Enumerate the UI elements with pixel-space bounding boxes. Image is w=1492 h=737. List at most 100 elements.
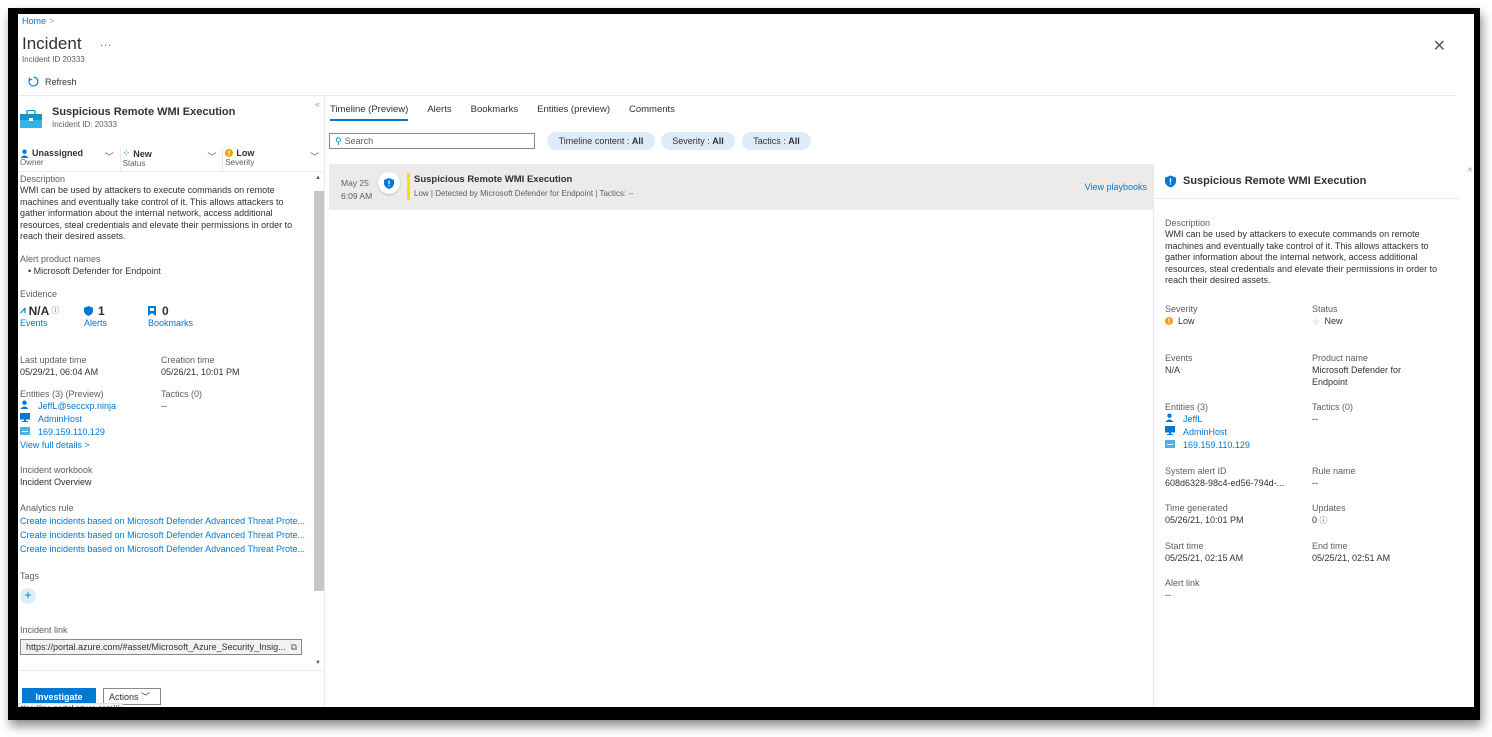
page-title: Incident — [22, 34, 82, 53]
detail-severity-value: Low — [1178, 315, 1195, 326]
tab-alerts[interactable]: Alerts — [427, 104, 451, 121]
alert-id-rule-row: System alert ID 608d6328-98c4-ed56-794d-… — [1165, 465, 1455, 489]
view-playbooks-link[interactable]: View playbooks — [1085, 182, 1147, 192]
timeline-item[interactable]: May 25 6:09 AM Suspicious Remote WMI Exe… — [329, 164, 1153, 210]
severity-status-row: Severity Low Status ⁘ New — [1165, 303, 1455, 328]
status-value: New — [133, 148, 152, 159]
shield-icon — [84, 305, 93, 316]
filter-timeline-content[interactable]: Timeline content : All — [547, 132, 655, 150]
breadcrumb-home[interactable]: Home — [22, 16, 46, 26]
incident-link-label: Incident link — [20, 624, 68, 635]
scroll-down-icon[interactable]: ▼ — [315, 660, 321, 666]
detail-description-text: WMI can be used by attackers to execute … — [1165, 229, 1438, 285]
close-icon[interactable]: ✕ — [1433, 36, 1446, 56]
left-pane-scrollbar[interactable]: ▲ ▼ — [314, 173, 324, 668]
events-product-row: Events N/A Product name Microsoft Defend… — [1165, 352, 1455, 388]
host-icon — [20, 412, 30, 426]
incident-link-field[interactable]: https://portal.azure.com/#asset/Microsof… — [20, 638, 302, 655]
tab-timeline[interactable]: Timeline (Preview) — [330, 104, 409, 121]
tactics-value: -- — [161, 400, 167, 411]
briefcase-icon — [20, 110, 42, 128]
status-dropdown[interactable]: ⁘ New Status ﹀ — [121, 148, 224, 171]
new-status-icon: ⁘ — [122, 148, 131, 158]
timeline-date: May 25 6:09 AM — [341, 178, 373, 201]
time-row: Last update time 05/29/21, 06:04 AM Crea… — [20, 354, 308, 378]
bookmarks-count: 0 — [162, 303, 169, 318]
breadcrumb-separator-icon: > — [49, 16, 55, 26]
entity-host[interactable]: AdminHost — [20, 412, 161, 426]
breadcrumb: Home > — [22, 16, 54, 26]
analytics-rule-link[interactable]: Create incidents based on Microsoft Defe… — [20, 528, 308, 542]
more-options-icon[interactable]: ... — [100, 37, 112, 49]
analytics-rule-link[interactable]: Create incidents based on Microsoft Defe… — [20, 542, 308, 556]
detail-events-value: N/A — [1165, 364, 1181, 375]
alert-detail-pane: Suspicious Remote WMI Execution ✕ Descri… — [1153, 164, 1473, 707]
alert-detail-title: Suspicious Remote WMI Execution — [1183, 175, 1367, 187]
time-generated-value: 05/26/21, 10:01 PM — [1165, 514, 1244, 525]
add-tag-button[interactable]: + — [20, 587, 36, 604]
severity-value: Low — [236, 148, 255, 158]
entities-tactics-detail-row: Entities (3) JeffL AdminHost 169.159.110… — [1165, 401, 1455, 452]
alert-shield-icon — [378, 172, 400, 194]
severity-low-icon — [1165, 316, 1173, 325]
filter-severity[interactable]: Severity : All — [661, 132, 735, 150]
bookmarks-link[interactable]: Bookmarks — [148, 318, 212, 328]
info-icon: ⓘ — [1319, 515, 1328, 525]
detail-entity-user[interactable]: JeffL — [1165, 413, 1312, 426]
entity-ip[interactable]: 169.159.110.129 — [20, 426, 161, 439]
alerts-count: 1 — [98, 303, 105, 318]
incident-link-value: https://portal.azure.com/#asset/Microsof… — [26, 641, 286, 652]
time-generated-label: Time generated — [1165, 502, 1228, 513]
creation-time-value: 05/26/21, 10:01 PM — [161, 366, 240, 377]
close-detail-icon[interactable]: ✕ — [1467, 166, 1473, 174]
system-alert-id-label: System alert ID — [1165, 465, 1227, 476]
filter-tactics[interactable]: Tactics : All — [742, 132, 811, 150]
refresh-label: Refresh — [45, 76, 77, 87]
tab-entities[interactable]: Entities (preview) — [537, 104, 610, 121]
incident-page: Home > Incident ... Incident ID 20333 ✕ R… — [18, 14, 1474, 707]
ip-icon — [20, 426, 30, 439]
detail-severity-label: Severity — [1165, 303, 1198, 314]
evidence-bookmarks[interactable]: 0 Bookmarks — [148, 304, 212, 328]
owner-dropdown[interactable]: Unassigned Owner ﹀ — [18, 148, 121, 171]
events-link[interactable]: Events — [20, 318, 84, 328]
detail-tactics-value: -- — [1312, 413, 1318, 424]
updates-label: Updates — [1312, 502, 1346, 513]
detail-entity-ip[interactable]: 169.159.110.129 — [1165, 439, 1312, 452]
evidence-label: Evidence — [20, 288, 58, 299]
collapse-pane-icon[interactable]: « — [315, 99, 320, 109]
refresh-button[interactable]: Refresh — [28, 76, 77, 87]
tab-bookmarks[interactable]: Bookmarks — [471, 104, 519, 121]
workbook-label: Incident workbook — [20, 464, 93, 475]
copy-icon[interactable]: ⧉ — [291, 640, 297, 654]
user-icon — [20, 400, 30, 413]
entity-user[interactable]: JeffL@seccxp.ninja — [20, 400, 161, 413]
detail-entities-label: Entities (3) — [1165, 401, 1209, 412]
detail-product-label: Product name — [1312, 352, 1369, 363]
scrollbar-thumb[interactable] — [314, 191, 324, 591]
detail-entity-host[interactable]: AdminHost — [1165, 425, 1312, 439]
analytics-rule-link[interactable]: Create incidents based on Microsoft Defe… — [20, 514, 308, 528]
scroll-up-icon[interactable]: ▲ — [315, 175, 321, 181]
detail-status-value: New — [1324, 315, 1343, 326]
system-alert-id-link[interactable]: 608d6328-98c4-ed56-794d-... — [1165, 477, 1312, 489]
evidence-alerts[interactable]: 1 Alerts — [84, 304, 148, 328]
detail-description-label: Description — [1165, 218, 1211, 228]
tab-comments[interactable]: Comments — [629, 104, 675, 121]
bookmark-icon — [148, 305, 156, 316]
timeline-item-title[interactable]: Suspicious Remote WMI Execution — [414, 174, 572, 185]
info-icon: ⓘ — [51, 306, 60, 315]
alerts-link[interactable]: Alerts — [84, 318, 148, 328]
incident-summary-pane: « Suspicious Remote WMI Execution Incide… — [18, 96, 325, 707]
evidence-events[interactable]: ⩘ N/A ⓘ Events — [20, 304, 84, 328]
timeline-search-input[interactable]: ⚲ Search — [329, 133, 535, 149]
severity-dropdown[interactable]: Low Severity ﹀ — [223, 148, 325, 171]
user-icon — [1165, 413, 1175, 426]
incident-header: Suspicious Remote WMI Execution Incident… — [20, 106, 235, 129]
updates-value: 0 — [1312, 514, 1318, 525]
view-full-details-link[interactable]: View full details > — [20, 439, 161, 452]
page-subtitle: Incident ID 20333 — [22, 55, 85, 64]
last-update-label: Last update time — [20, 354, 87, 365]
workbook-link[interactable]: Incident Overview — [20, 476, 308, 488]
search-icon: ⚲ — [335, 136, 342, 146]
